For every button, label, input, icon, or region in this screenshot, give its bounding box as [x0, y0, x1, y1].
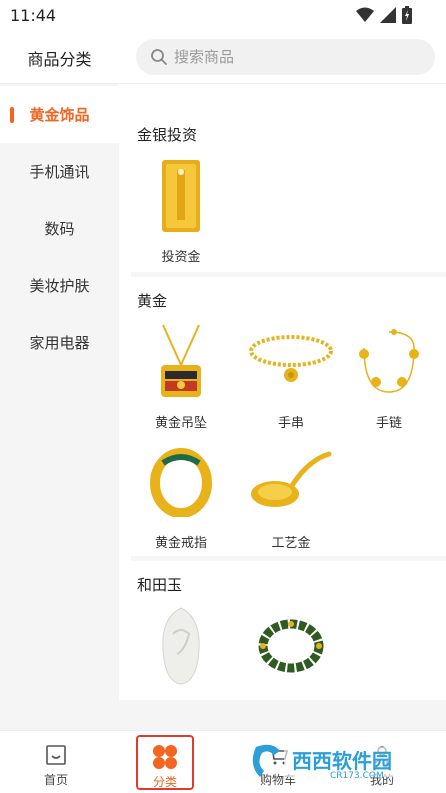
search-bar[interactable] — [136, 39, 435, 75]
category-sidebar: 黄金饰品 手机通讯 数码 美妆护肤 家用电器 — [0, 84, 119, 700]
gold-bar-image — [131, 152, 231, 240]
gold-bead-bracelet-image — [241, 318, 341, 406]
bottom-tab-bar: 首页 分类 购物车 我的 西西软件园 CR173.COM — [0, 730, 446, 793]
status-icons — [356, 6, 412, 24]
status-bar: 11:44 — [0, 0, 446, 32]
product-item[interactable]: 黄金戒指 — [131, 438, 231, 551]
product-label: 工艺金 — [271, 536, 311, 551]
product-item[interactable]: 投资金 — [131, 152, 231, 265]
status-time: 11:44 — [10, 6, 57, 25]
sidebar-item-gold-jewelry[interactable]: 黄金饰品 — [0, 86, 119, 143]
gold-chain-bracelet-image — [339, 318, 439, 406]
product-item[interactable]: 手链 — [339, 318, 439, 431]
wifi-icon — [356, 7, 374, 22]
product-content: 金银投资 投资金 黄金 黄金吊坠 手串 手链 黄金戒指 工艺金 和田玉 — [119, 84, 446, 700]
active-indicator — [10, 107, 14, 123]
watermark-text: 西西软件园 — [292, 749, 392, 773]
product-item[interactable]: 工艺金 — [241, 438, 341, 551]
section-title: 金银投资 — [137, 126, 198, 144]
product-item[interactable]: 黄金吊坠 — [131, 318, 231, 431]
tab-label: 首页 — [43, 773, 68, 787]
header: 商品分类 — [0, 32, 446, 84]
product-item[interactable]: 手串 — [241, 318, 341, 431]
section-title: 和田玉 — [137, 576, 183, 594]
jade-pendant-image — [131, 602, 231, 690]
search-input[interactable] — [174, 48, 394, 66]
gold-pendant-image — [131, 318, 231, 406]
category-icon — [153, 745, 177, 769]
jade-bead-bracelet-image — [241, 602, 341, 690]
product-label: 投资金 — [161, 250, 201, 265]
section-divider — [131, 556, 446, 561]
sidebar-item-label: 家用电器 — [29, 334, 90, 352]
product-label: 手串 — [277, 416, 304, 431]
sidebar-item-label: 美妆护肤 — [29, 277, 90, 295]
search-icon — [151, 49, 167, 65]
tab-home[interactable]: 首页 — [26, 735, 86, 790]
sidebar-item-appliances[interactable]: 家用电器 — [0, 314, 119, 371]
bottom-spacer — [0, 700, 446, 730]
section-title: 黄金 — [137, 292, 168, 310]
product-item[interactable] — [131, 602, 231, 690]
product-item[interactable] — [241, 602, 341, 690]
gold-spoon-image — [241, 438, 341, 526]
battery-icon — [402, 6, 412, 24]
product-label: 手链 — [375, 416, 402, 431]
sidebar-item-label: 数码 — [44, 220, 75, 238]
gold-ring-image — [131, 438, 231, 526]
section-divider — [131, 272, 446, 277]
home-icon — [46, 745, 66, 765]
sidebar-item-beauty[interactable]: 美妆护肤 — [0, 257, 119, 314]
sidebar-item-label: 手机通讯 — [29, 163, 90, 181]
page-title: 商品分类 — [27, 50, 92, 69]
sidebar-item-mobile[interactable]: 手机通讯 — [0, 143, 119, 200]
tab-category[interactable]: 分类 — [136, 735, 194, 790]
signal-icon — [380, 7, 396, 23]
product-label: 黄金吊坠 — [154, 416, 207, 431]
sidebar-item-label: 黄金饰品 — [29, 106, 90, 124]
sidebar-item-digital[interactable]: 数码 — [0, 200, 119, 257]
watermark-subtext: CR173.COM — [330, 771, 384, 781]
product-label: 黄金戒指 — [154, 536, 207, 551]
tab-label: 分类 — [152, 775, 177, 789]
